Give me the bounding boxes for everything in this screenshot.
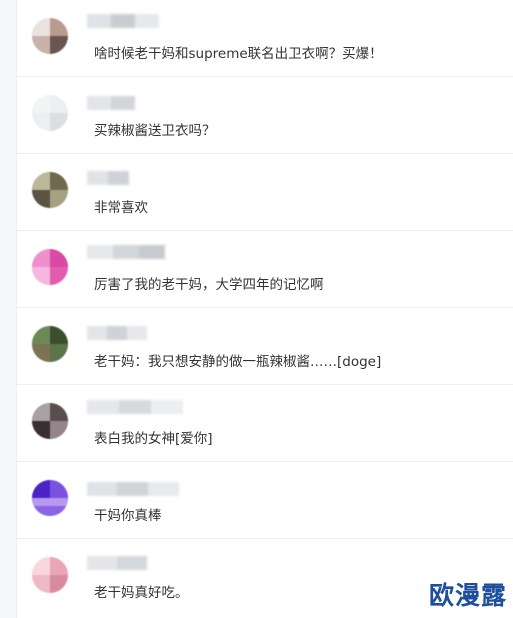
- left-rail: [0, 0, 17, 618]
- watermark-logo: 欧漫露: [428, 581, 507, 610]
- username-blurred[interactable]: [87, 245, 165, 259]
- username-blurred[interactable]: [87, 171, 129, 185]
- comment-item: 非常喜欢: [17, 154, 513, 231]
- comment-item: 买辣椒酱送卫衣吗？: [17, 77, 513, 154]
- comment-item: 啥时候老干妈和supreme联名出卫衣啊？买爆！: [17, 0, 513, 77]
- comment-item: 干妈你真棒: [17, 462, 513, 539]
- avatar[interactable]: [32, 326, 68, 362]
- comment-text: 干妈你真棒: [94, 508, 162, 524]
- username-blurred[interactable]: [87, 96, 135, 110]
- username-blurred[interactable]: [87, 400, 183, 414]
- avatar[interactable]: [32, 480, 68, 516]
- comment-item: 厉害了我的老干妈，大学四年的记忆啊: [17, 231, 513, 308]
- avatar[interactable]: [32, 249, 68, 285]
- username-blurred[interactable]: [87, 482, 179, 496]
- avatar[interactable]: [32, 403, 68, 439]
- avatar[interactable]: [32, 557, 68, 593]
- username-blurred[interactable]: [87, 556, 147, 570]
- comment-item: 表白我的女神[爱你]: [17, 385, 513, 462]
- comment-feed: 啥时候老干妈和supreme联名出卫衣啊？买爆！ 买辣椒酱送卫衣吗？ 非常喜欢: [17, 0, 513, 618]
- comment-text: 啥时候老干妈和supreme联名出卫衣啊？买爆！: [94, 46, 383, 62]
- comment-text: 表白我的女神[爱你]: [94, 431, 213, 447]
- avatar[interactable]: [32, 18, 68, 54]
- comment-item: 老干妈：我只想安静的做一瓶辣椒酱……[doge]: [17, 308, 513, 385]
- username-blurred[interactable]: [87, 326, 147, 340]
- comment-text: 非常喜欢: [94, 200, 148, 216]
- comment-text: 老干妈：我只想安静的做一瓶辣椒酱……[doge]: [94, 354, 382, 370]
- comment-text: 厉害了我的老干妈，大学四年的记忆啊: [94, 277, 324, 293]
- comment-text: 老干妈真好吃。: [94, 585, 189, 601]
- avatar[interactable]: [32, 95, 68, 131]
- comment-text: 买辣椒酱送卫衣吗？: [94, 123, 216, 139]
- avatar[interactable]: [32, 172, 68, 208]
- username-blurred[interactable]: [87, 14, 159, 28]
